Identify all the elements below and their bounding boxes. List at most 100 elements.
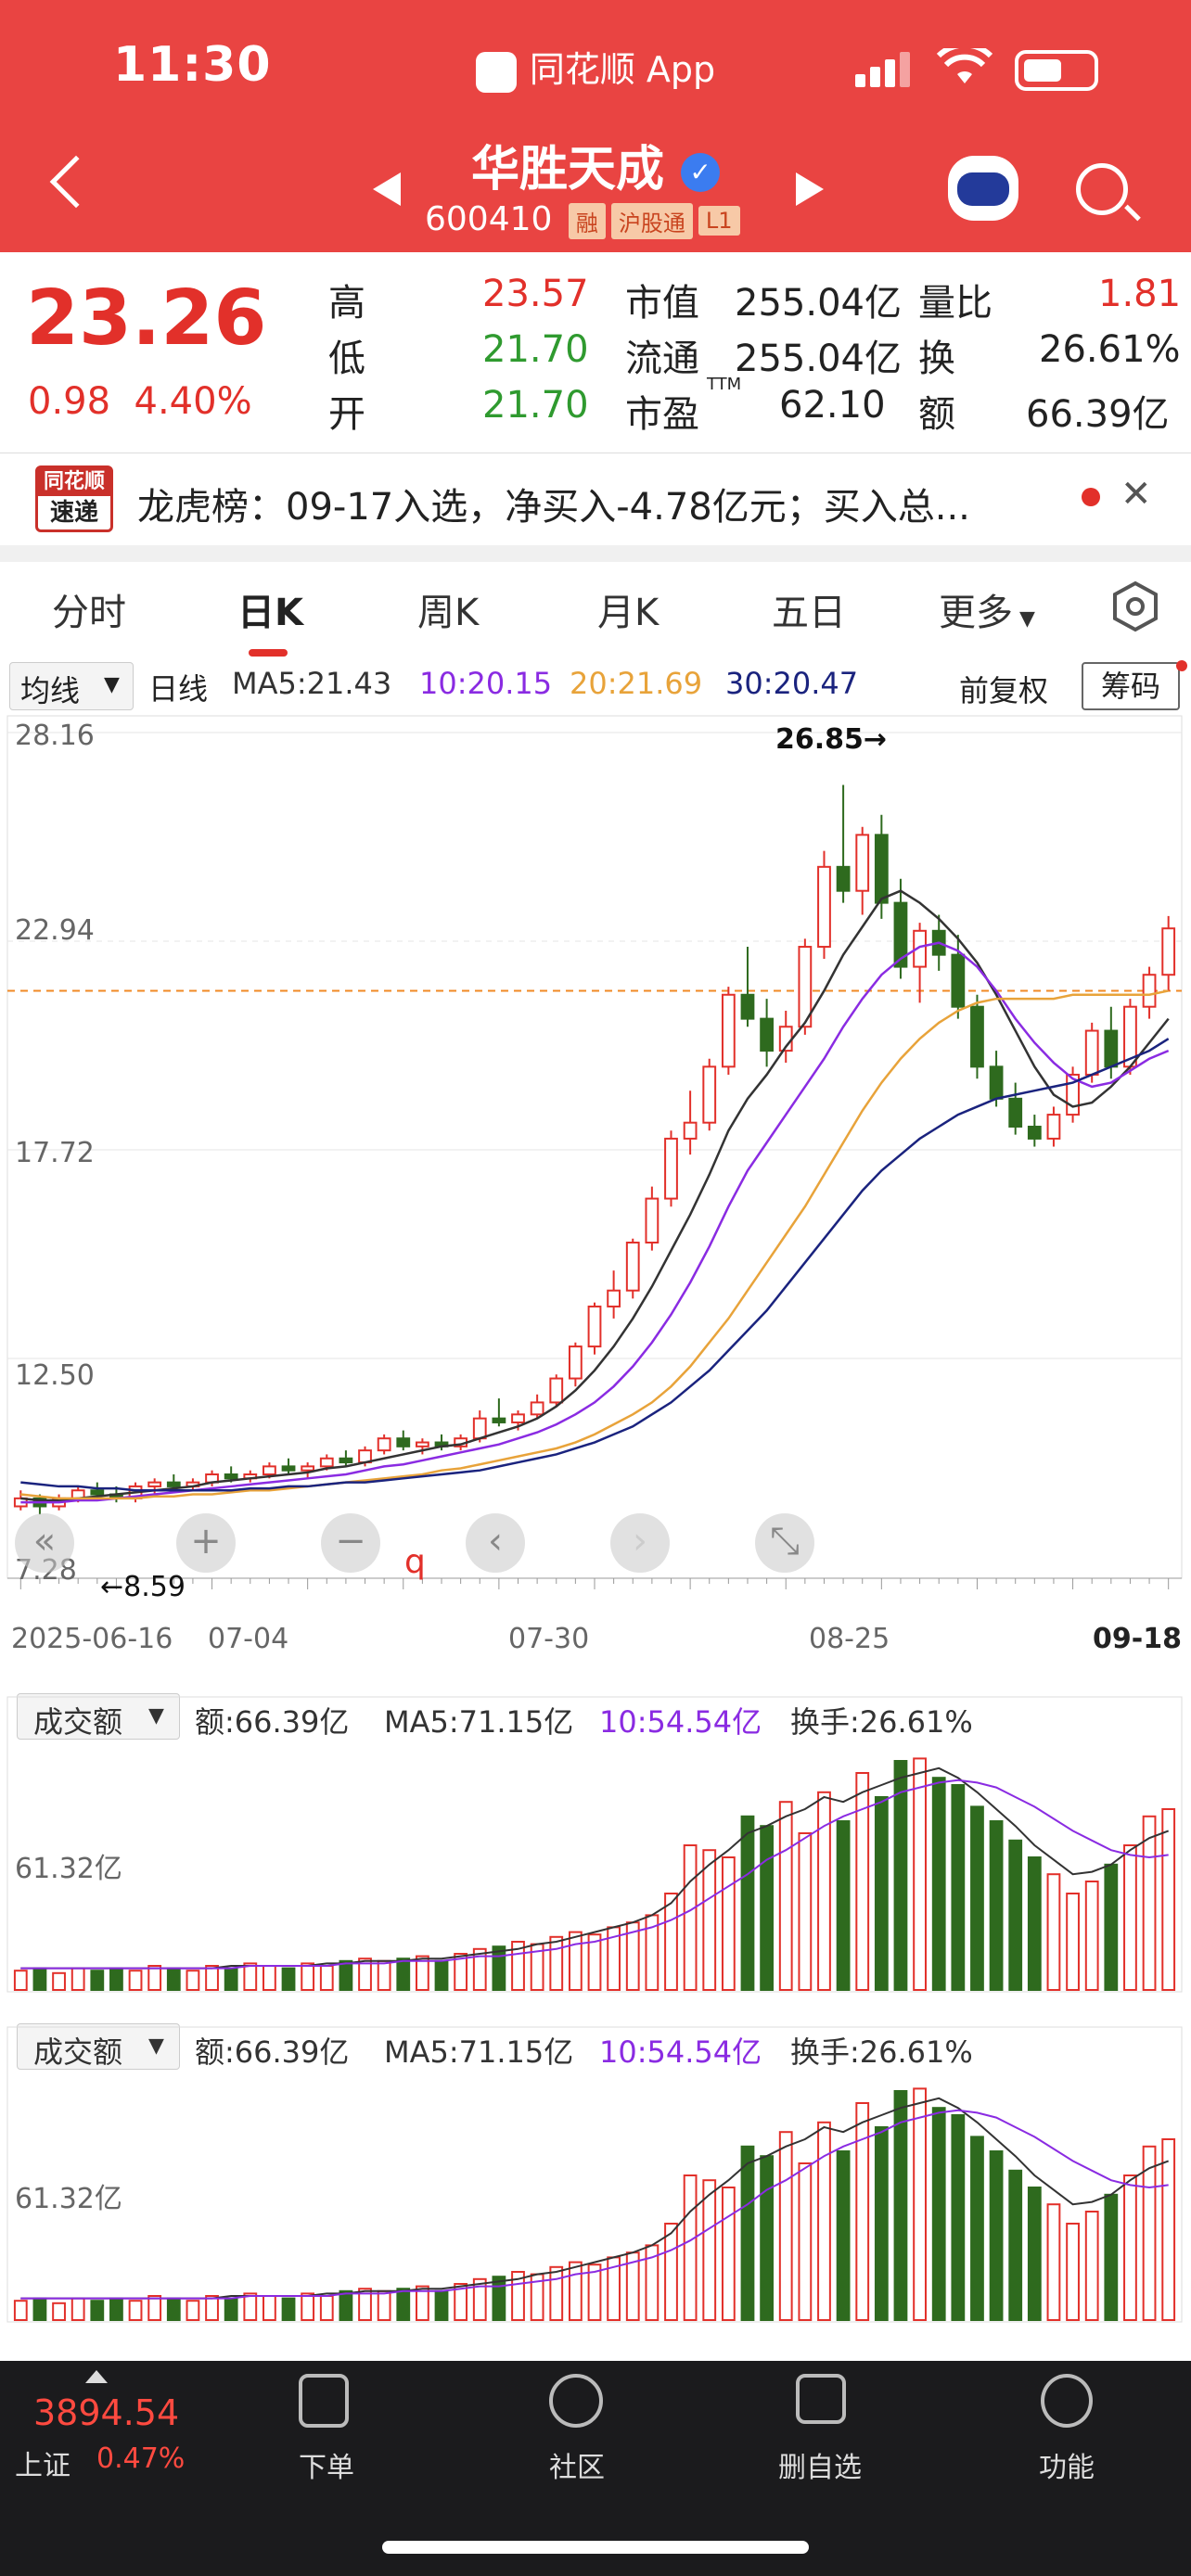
next-stock-button[interactable] [796, 172, 824, 206]
candle-body [836, 865, 851, 892]
volume-bar [1123, 1844, 1137, 1991]
candle-body [377, 1437, 391, 1452]
rewind-icon[interactable]: « [15, 1513, 74, 1573]
index-value[interactable]: 3894.54 [33, 2392, 179, 2433]
candle-body [147, 1481, 162, 1487]
chevron-down-icon: ▼ [104, 673, 120, 696]
y-tick-1: 28.16 [15, 720, 95, 752]
fullscreen-icon[interactable]: ⤡ [755, 1513, 814, 1573]
stock-code-row: 600410 融沪股通 L1 [425, 200, 740, 239]
volume-bar [1027, 1856, 1042, 1991]
adjust-button[interactable]: 前复权 [959, 668, 1048, 710]
y-tick-2: 22.94 [15, 914, 95, 947]
tab-community[interactable]: 社区 [512, 2444, 642, 2485]
candle-body [472, 1417, 487, 1440]
volume-bar [319, 2295, 334, 2321]
order-icon[interactable] [299, 2374, 349, 2428]
volume-bar [434, 2289, 449, 2321]
tag-level: L1 [698, 206, 740, 236]
stock-name: 华胜天成 [470, 142, 664, 198]
quote-label-pe-ttm: TTM [707, 375, 742, 394]
volume-bar [664, 1893, 678, 1991]
tab-more[interactable]: 更多 ▼ [939, 582, 1035, 636]
y-tick-3: 17.72 [15, 1137, 95, 1169]
change-value: 0.98 [28, 380, 111, 423]
volume-bar [721, 1856, 736, 1991]
volume-bar [13, 2300, 28, 2322]
verified-icon: ✓ [681, 153, 721, 192]
volume-bar [109, 1967, 123, 1992]
ma30-value: 30:20.47 [725, 666, 859, 701]
candle-body [1046, 1114, 1061, 1140]
volume-bar [931, 1777, 946, 1991]
candle-body [416, 1441, 429, 1447]
quote-label-amount: 额 [918, 393, 955, 436]
index-change: 0.47% [96, 2442, 186, 2475]
change-percent: 4.40% [134, 380, 252, 423]
volume-bar [740, 1815, 755, 1991]
quote-label-pe: 市盈 [625, 393, 699, 436]
tab-intraday[interactable]: 分时 [52, 582, 126, 636]
volume-bar [32, 2297, 47, 2322]
volume-chart-2[interactable] [0, 2023, 1191, 2326]
candle-body [989, 1065, 1004, 1100]
ma5-value: MA5:21.43 [232, 666, 392, 701]
candle-body [664, 1137, 678, 1200]
volume-bar [664, 2223, 678, 2321]
zoom-in-icon[interactable]: + [176, 1513, 236, 1573]
settings-hexagon-icon[interactable] [1109, 580, 1161, 632]
news-logo-bottom: 速递 [49, 499, 98, 527]
tab-monthly-k[interactable]: 月K [597, 582, 659, 636]
volume-bar [70, 2297, 85, 2322]
quote-value-open: 21.70 [482, 384, 589, 427]
volume-bar [874, 1796, 889, 1991]
volume-bar [377, 2289, 391, 2321]
price-change: 0.98 4.40% [28, 380, 252, 423]
zoom-out-icon[interactable]: − [321, 1513, 380, 1573]
candle-body [1027, 1126, 1042, 1140]
tag-margin: 融 [568, 202, 606, 239]
community-icon[interactable] [549, 2374, 603, 2428]
candle-body [492, 1417, 506, 1423]
volume-bar [702, 1849, 717, 1991]
volume-bar [205, 2295, 219, 2321]
candle-body [625, 1242, 640, 1292]
quote-value-float: 255.04亿 [735, 338, 902, 380]
news-text[interactable]: 龙虎榜：09-17入选，净买入-4.78亿元；买入总... [137, 477, 970, 530]
close-icon[interactable]: ✕ [1121, 473, 1152, 516]
candle-body [683, 1121, 698, 1140]
kline-chart[interactable] [0, 712, 1191, 1639]
tab-five-day[interactable]: 五日 [772, 582, 846, 636]
ma10-value: 10:20.15 [419, 666, 553, 701]
volume-bar [52, 2302, 66, 2321]
volume-bar [913, 1757, 927, 1992]
search-icon[interactable] [1076, 163, 1128, 215]
robot-assistant-icon[interactable] [948, 156, 1018, 221]
scroll-left-icon[interactable]: ‹ [466, 1513, 525, 1573]
chips-button[interactable]: 筹码 [1082, 662, 1180, 710]
tab-function[interactable]: 功能 [1002, 2444, 1132, 2485]
home-indicator [382, 2541, 809, 2554]
remove-watchlist-icon[interactable] [796, 2374, 846, 2424]
tab-order[interactable]: 下单 [262, 2444, 391, 2485]
tab-remove-watchlist[interactable]: 删自选 [755, 2444, 885, 2485]
period-label: 日线 [148, 671, 209, 707]
volume-bar [109, 2297, 123, 2322]
candle-body [1008, 1097, 1023, 1128]
volume-bar [1008, 1839, 1023, 1991]
chevron-down-icon: ▼ [1013, 607, 1035, 631]
news-unread-dot [1082, 488, 1100, 506]
tab-daily-k[interactable]: 日K [237, 582, 303, 636]
scroll-right-icon[interactable]: › [610, 1513, 670, 1573]
quote-value-mktcap: 255.04亿 [735, 282, 902, 325]
candle-body [587, 1305, 602, 1348]
signal-icon [855, 52, 915, 87]
function-icon[interactable] [1041, 2374, 1093, 2428]
volume-bar [989, 1820, 1004, 1991]
tab-weekly-k[interactable]: 周K [417, 582, 479, 636]
candle-body [1142, 974, 1157, 1008]
volume-chart-1[interactable] [0, 1693, 1191, 1996]
quote-label-volratio: 量比 [918, 282, 992, 325]
volume-bar [836, 2150, 851, 2321]
candle-body [1161, 927, 1176, 976]
